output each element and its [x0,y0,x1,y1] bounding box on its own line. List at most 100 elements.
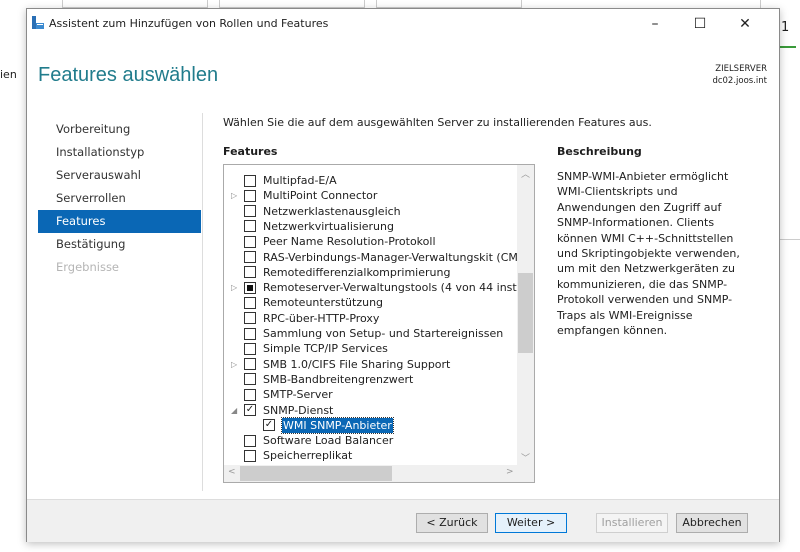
feature-checkbox[interactable] [244,235,256,248]
feature-checkbox[interactable] [244,312,256,325]
feature-label: Speicherreplikat [263,449,353,463]
scrollbar-thumb[interactable] [518,273,533,353]
feature-label: SNMP-Dienst [263,403,334,417]
feature-label: WMI SNMP-Anbieter [281,416,394,434]
feature-item[interactable]: Remoteunterstützung [224,295,518,310]
feature-checkbox[interactable] [244,358,256,371]
feature-item[interactable]: Software Load Balancer [224,433,518,448]
nav-item-serverrollen[interactable]: Serverrollen [38,187,201,210]
scroll-down-icon[interactable]: ﹀ [521,451,530,464]
feature-checkbox[interactable] [244,251,256,263]
target-server-label: ZIELSERVER [715,64,767,74]
feature-checkbox[interactable] [244,205,256,218]
nav-item-serverauswahl[interactable]: Serverauswahl [38,164,201,187]
feature-label: Remoteunterstützung [263,296,384,310]
background-panel [376,0,522,8]
wizard-nav: Vorbereitung Installationstyp Serverauswah… [38,118,201,279]
feature-item[interactable]: SMTP-Server [224,387,518,402]
feature-checkbox[interactable] [244,281,256,294]
feature-label: Netzwerkvirtualisierung [263,219,394,233]
expand-icon[interactable]: ▷ [231,357,237,372]
nav-item-best-tigung[interactable]: Bestätigung [38,233,201,256]
title-bar[interactable]: Assistent zum Hinzufügen von Rollen und … [27,9,779,39]
scrollbar-thumb[interactable] [240,466,392,481]
feature-item[interactable]: Netzwerkvirtualisierung [224,219,518,234]
feature-item[interactable]: Sammlung von Setup- und Startereignissen [224,326,518,341]
scroll-up-icon[interactable]: ︿ [521,167,530,180]
features-tree[interactable]: Speicherreplikat Software Load Balancer ✓ W… [223,164,535,483]
feature-item[interactable]: SMB-Bandbreitengrenzwert [224,372,518,387]
feature-label: Multipfad-E/A [263,174,337,187]
feature-checkbox[interactable] [244,449,256,462]
page-title: Features auswählen [38,64,219,86]
feature-label: MultiPoint Connector [263,189,378,203]
feature-checkbox[interactable] [244,434,256,447]
install-button[interactable]: Installieren [596,513,668,533]
feature-item[interactable]: Speicherreplikat [224,448,518,463]
feature-checkbox[interactable] [244,296,256,309]
feature-label: Peer Name Resolution-Protokoll [263,235,436,249]
minimize-button[interactable]: – [635,13,675,35]
feature-label: Remoteserver-Verwaltungstools (4 von 44 … [263,281,535,295]
feature-item[interactable]: ▷ Remoteserver-Verwaltungstools (4 von 44… [224,280,534,295]
feature-checkbox[interactable] [244,327,256,340]
collapse-icon[interactable]: ◢ [231,403,237,418]
feature-checkbox[interactable] [244,189,256,202]
horizontal-scrollbar[interactable]: < > [224,465,518,482]
scroll-right-icon[interactable]: > [506,467,514,477]
feature-checkbox[interactable] [244,388,256,401]
expand-icon[interactable]: ▷ [231,280,237,295]
feature-item[interactable]: RPC-über-HTTP-Proxy [224,311,518,326]
nav-item-ergebnisse: Ergebnisse [56,260,120,274]
divider [202,113,203,491]
scrollbar-corner [517,465,534,482]
feature-item[interactable]: Simple TCP/IP Services [224,341,518,356]
feature-item[interactable]: ✓ WMI SNMP-Anbieter [224,416,518,434]
feature-checkbox[interactable]: ✓ [244,404,256,416]
background-text: ien [0,68,17,81]
nav-item-features[interactable]: Features [38,210,201,233]
description-label: Beschreibung [557,145,642,158]
feature-label: SMB 1.0/CIFS File Sharing Support [263,357,451,371]
feature-item[interactable]: ▷ SMB 1.0/CIFS File Sharing Support [224,357,518,372]
back-button[interactable]: < Zurück [416,513,488,533]
window-title: Assistent zum Hinzufügen von Rollen und … [49,17,329,30]
feature-checkbox[interactable]: ✓ [263,419,275,432]
maximize-button[interactable]: ☐ [680,13,720,35]
expand-icon[interactable]: ▷ [231,188,237,203]
feature-item[interactable]: RAS-Verbindungs-Manager-Verwaltungskit (… [224,250,533,265]
server-manager-icon [32,16,44,29]
feature-item[interactable]: Netzwerklastenausgleich [224,204,518,219]
feature-item[interactable]: Peer Name Resolution-Protokoll [224,234,518,249]
nav-item-vorbereitung[interactable]: Vorbereitung [38,118,201,141]
feature-label: Software Load Balancer [263,434,394,448]
feature-item[interactable]: Remotedifferenzialkomprimierung [224,265,518,280]
feature-label: Simple TCP/IP Services [263,342,388,356]
feature-checkbox[interactable] [244,373,256,386]
background-panel [219,0,365,8]
feature-label: Netzwerklastenausgleich [263,204,401,218]
description-text: SNMP-WMI-Anbieter ermöglicht WMI-Clients… [557,170,740,338]
vertical-scrollbar[interactable]: ︿ ﹀ [517,165,534,467]
close-button[interactable]: ✕ [725,13,765,35]
background-number: 1 [781,20,790,35]
feature-item[interactable]: ◢ ✓ SNMP-Dienst [224,403,518,418]
wizard-window: Assistent zum Hinzufügen von Rollen und … [26,8,780,542]
feature-checkbox[interactable] [244,266,256,279]
background-panel [62,0,208,8]
scroll-left-icon[interactable]: < [228,467,236,477]
feature-label: Sammlung von Setup- und Startereignissen [263,327,504,340]
nav-item-installationstyp[interactable]: Installationstyp [38,141,201,164]
intro-text: Wählen Sie die auf dem ausgewählten Serv… [223,116,652,129]
next-button[interactable]: Weiter > [495,513,567,533]
background-green-line [780,46,796,48]
features-label: Features [223,145,278,158]
feature-checkbox[interactable] [244,220,256,233]
feature-item[interactable]: Multipfad-E/A [224,173,518,188]
target-server-name: dc02.joos.int [712,76,767,86]
feature-checkbox[interactable] [244,174,256,187]
feature-checkbox[interactable] [244,342,256,355]
cancel-button[interactable]: Abbrechen [676,513,748,533]
feature-item[interactable]: ▷ MultiPoint Connector [224,188,518,203]
feature-label: Remotedifferenzialkomprimierung [263,265,451,279]
